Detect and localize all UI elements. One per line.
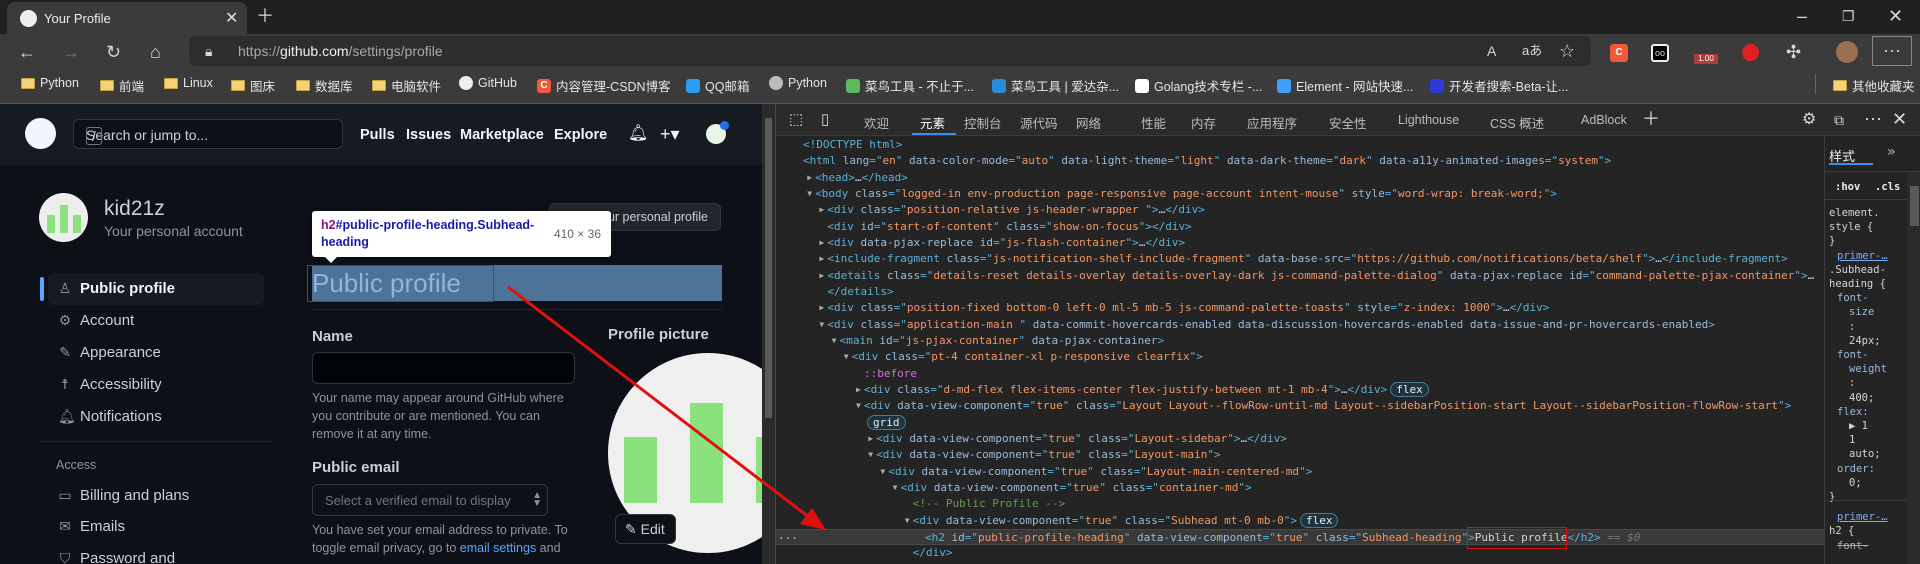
red-annotation-arrow [507,285,826,530]
